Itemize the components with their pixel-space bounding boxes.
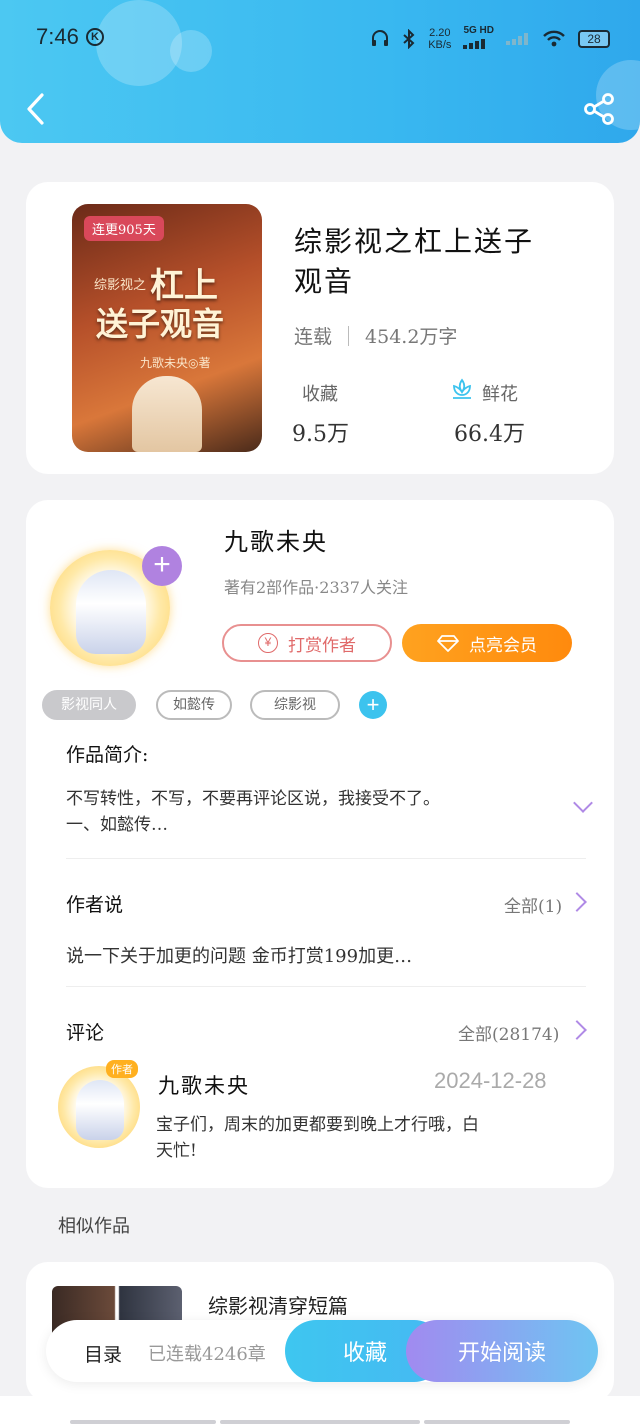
back-arrow-icon[interactable] [24,92,46,126]
net-speed: 2.20 KB/s [428,27,452,51]
status-icons: 2.20 KB/s 5G HD 28 [370,22,610,56]
comments-all-link[interactable]: 全部(28174) [458,1020,559,1045]
flower-label: 鲜花 [482,384,518,405]
tip-author-label: 打赏作者 [288,635,356,656]
commenter-name[interactable]: 九歌未央 [158,1070,250,1100]
toc-button[interactable]: 目录 [84,1340,122,1367]
activate-vip-label: 点亮会员 [469,635,537,656]
cover-author: 九歌未央◎著 [140,356,211,370]
flower-count: 66.4万 [454,422,525,447]
avatar-figure [76,570,146,654]
cover-subtitle: 综影视之 [94,278,147,293]
author-name[interactable]: 九歌未央 [224,522,328,557]
intro-title: 作品简介: [66,744,149,766]
yen-coin-icon: ¥ [258,633,278,653]
headphones-icon [372,30,389,46]
k-app-icon: K [86,28,104,46]
activate-vip-button[interactable]: 点亮会员 [402,624,572,662]
cover-title-line1: 杠上 [150,266,218,306]
add-tag-button[interactable]: + [359,691,387,719]
avatar-figure [76,1080,124,1140]
update-streak-badge: 连更905天 [84,216,164,241]
diamond-icon [437,635,459,652]
nav-handle [70,1420,216,1424]
comment-line-2[interactable]: 天忙! [156,1138,197,1164]
serial-status: 连载 [294,326,333,348]
cell-signal-5g: 5G HD [463,25,494,54]
book-cover[interactable]: 连更905天 综影视之 杠上 送子观音 九歌未央◎著 [72,204,262,452]
author-says-title: 作者说 [66,894,124,916]
bluetooth-icon [403,29,415,49]
author-badge: 作者 [106,1060,138,1078]
author-says-text[interactable]: 说一下关于加更的问题 金币打赏199加更… [66,944,412,970]
cover-title-line2: 送子观音 [96,305,225,343]
divider [66,986,586,987]
decor-bubble [170,30,212,72]
book-title: 综影视之杠上送子 观音 [294,225,535,298]
author-summary: 著有2部作品·2337人关注 [224,578,408,597]
word-count: 454.2万字 [365,326,458,348]
nav-handle [220,1420,420,1424]
tag-multi-drama[interactable]: 综影视 [250,690,340,720]
nav-handle [424,1420,570,1424]
book-meta: 连载 454.2万字 [294,322,457,349]
decor-bubble [96,0,182,86]
tip-author-button[interactable]: ¥ 打赏作者 [222,624,392,662]
commenter-avatar[interactable] [58,1066,140,1148]
similar-works-title: 相似作品 [58,1216,130,1237]
signal-bars-weak-icon [506,33,528,45]
intro-line-1: 不写转性，不写，不要再评论区说，我接受不了。 [66,789,440,809]
follow-plus-button[interactable]: + [142,546,182,586]
similar-book-name[interactable]: 综影视清穿短篇 [208,1290,348,1319]
share-icon[interactable] [582,92,616,126]
tag-ruyi[interactable]: 如懿传 [156,690,232,720]
wifi-icon [543,30,565,47]
tag-film-fanfic[interactable]: 影视同人 [42,690,136,720]
chapter-count: 已连载4246章 [148,1344,266,1365]
author-says-all-link[interactable]: 全部(1) [504,892,562,917]
divider [66,858,586,859]
start-reading-button[interactable]: 开始阅读 [406,1320,598,1382]
cover-figure [132,376,202,452]
comment-line-1[interactable]: 宝子们，周末的加更都要到晚上才行哦，白 [156,1112,479,1138]
status-time: 7:46 [36,24,79,49]
divider [348,325,350,346]
signal-bars-icon [463,38,486,49]
comments-title: 评论 [66,1022,105,1044]
battery-indicator: 28 [578,30,610,48]
collect-count: 9.5万 [292,422,349,447]
flower-icon[interactable] [450,378,474,400]
comment-date: 2024-12-28 [434,1068,547,1093]
intro-line-2: 一、如懿传… [66,815,168,835]
collect-label: 收藏 [302,384,338,405]
top-header: 7:46 K 2.20 KB/s 5G HD 28 [0,0,640,143]
